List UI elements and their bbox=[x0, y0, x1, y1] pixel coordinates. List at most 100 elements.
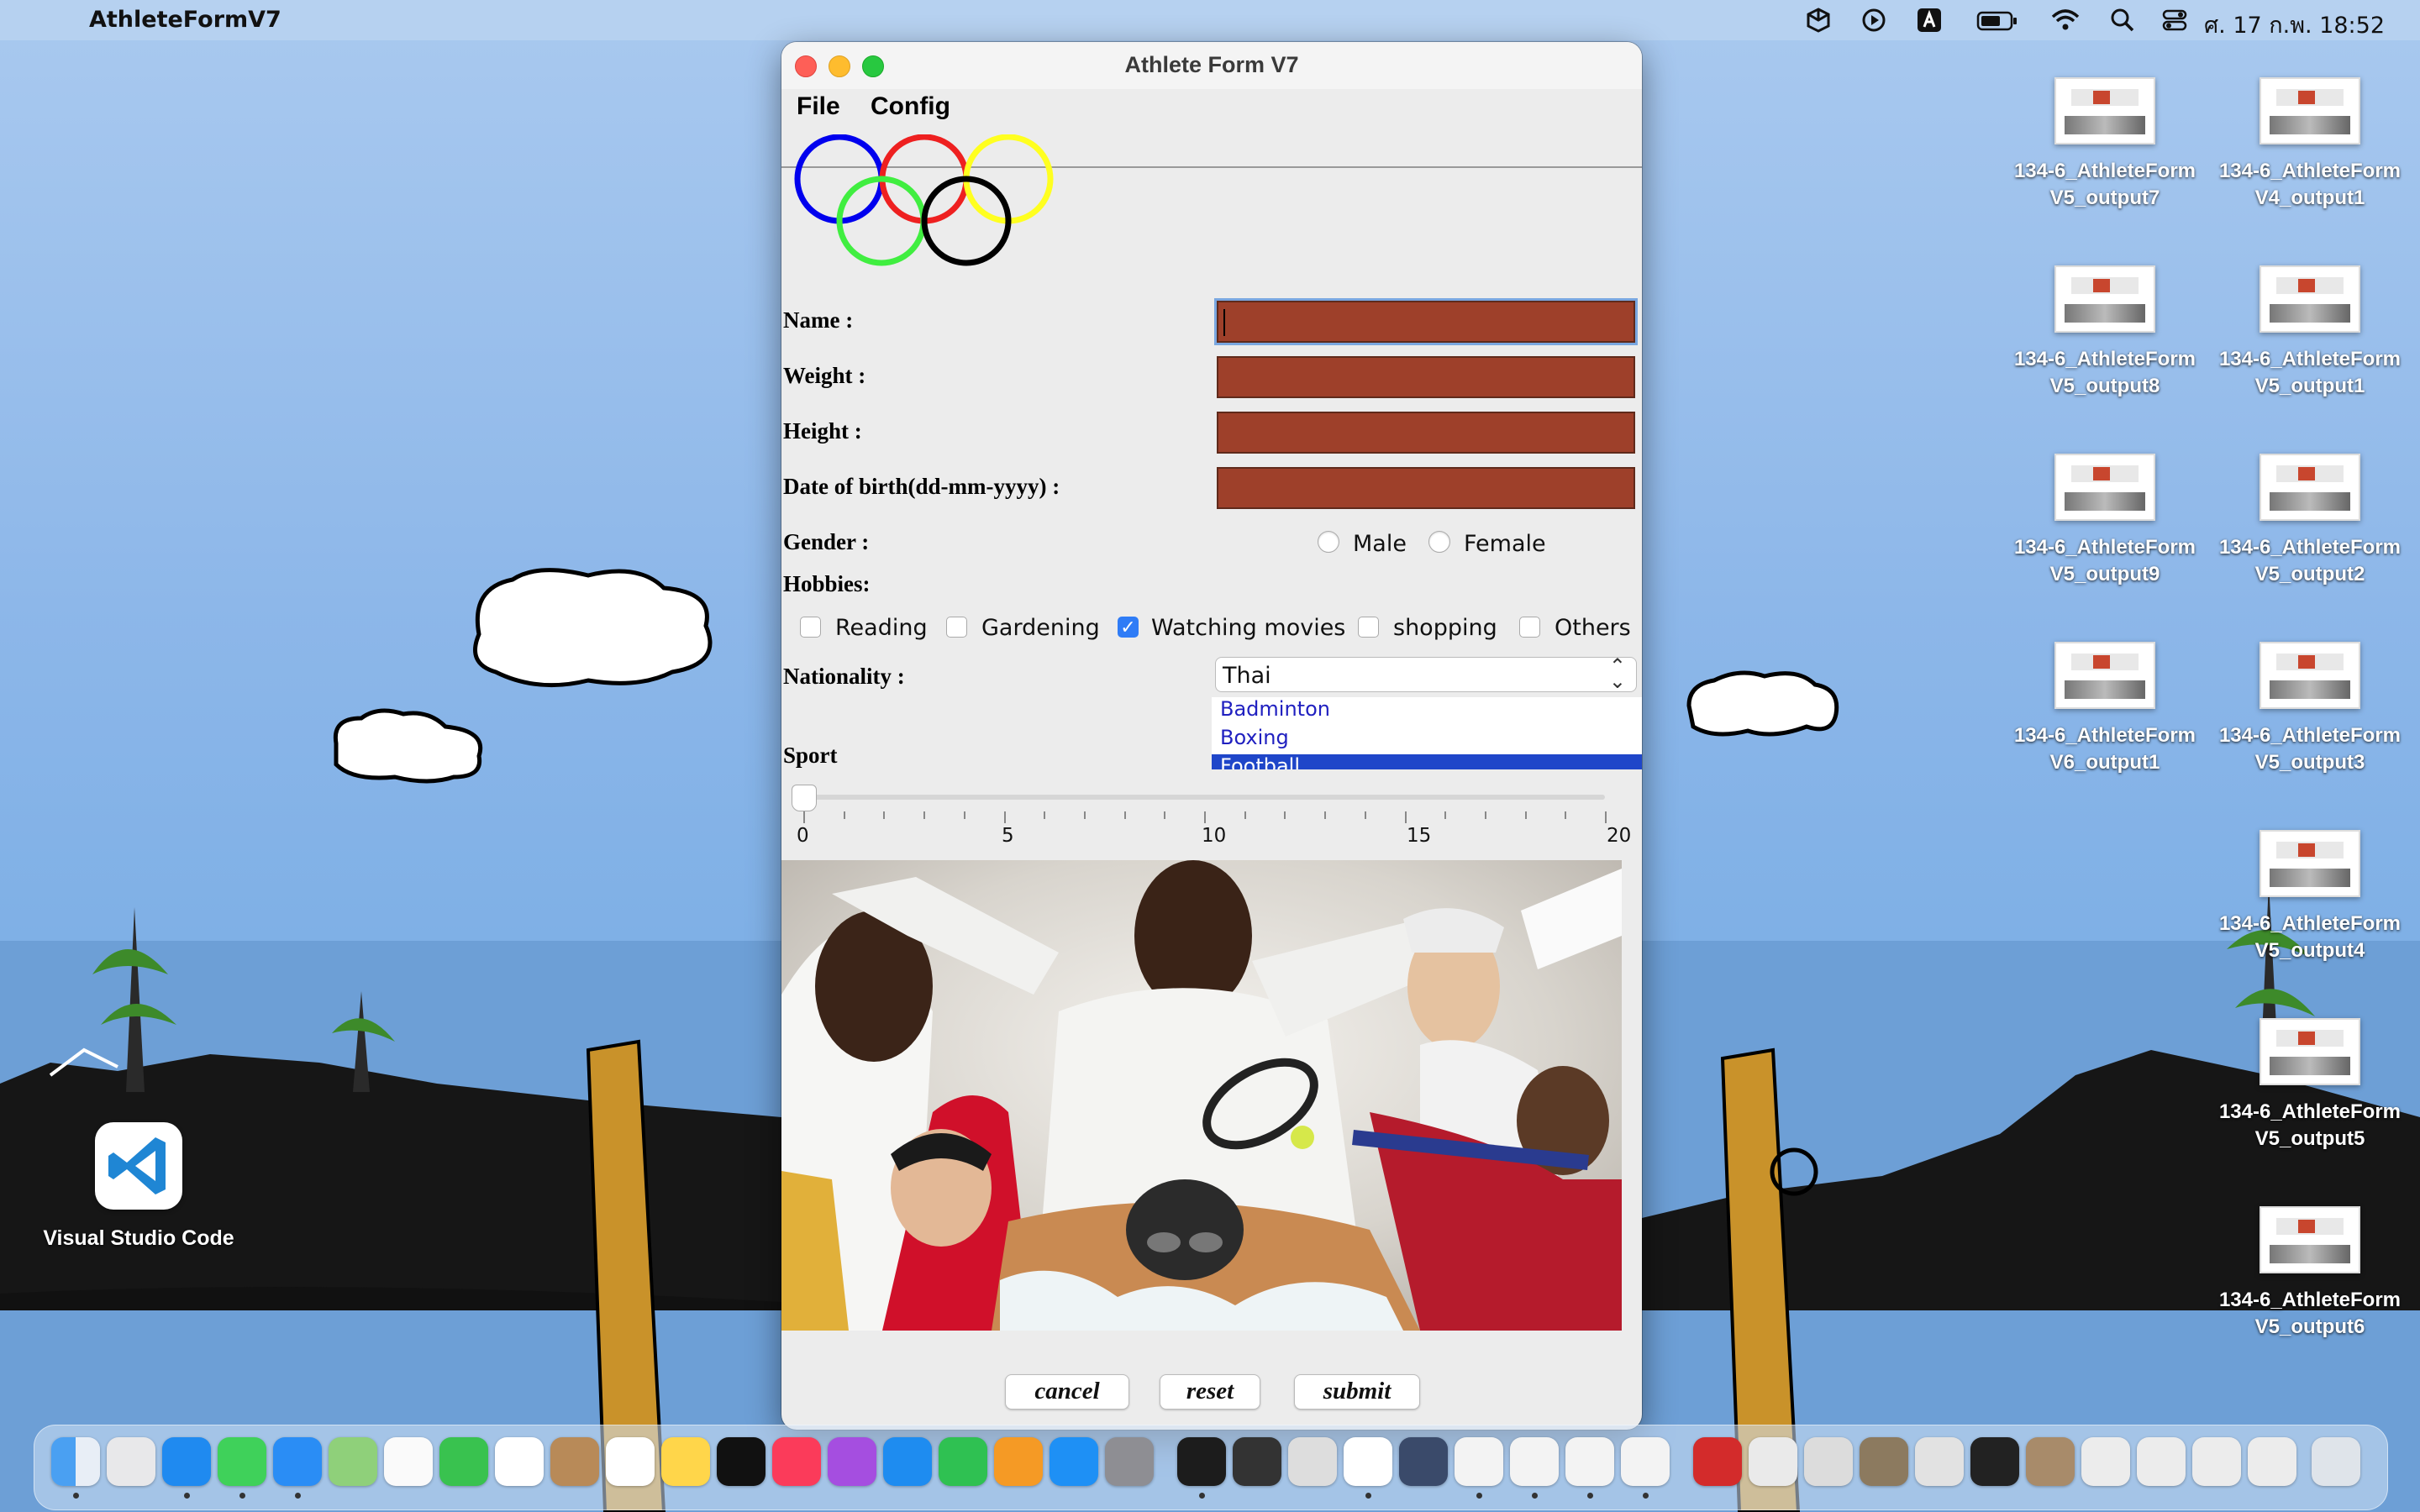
file-thumbnail bbox=[2260, 77, 2360, 144]
system-settings-icon[interactable] bbox=[1105, 1437, 1154, 1486]
height-field[interactable] bbox=[1217, 412, 1635, 454]
slider-track[interactable] bbox=[802, 795, 1605, 800]
launchpad-icon[interactable] bbox=[107, 1437, 155, 1486]
unity-icon[interactable] bbox=[1288, 1437, 1337, 1486]
window-thumb[interactable] bbox=[1860, 1437, 1908, 1486]
hobby-watching-checkbox[interactable]: ✓ bbox=[1118, 617, 1139, 638]
sport-label: Sport bbox=[783, 743, 838, 768]
dob-label: Date of birth(dd-mm-yyyy) : bbox=[783, 474, 1060, 499]
slider-tick bbox=[1204, 811, 1206, 823]
desktop-file[interactable]: 134-6_AthleteFormV6_output1 bbox=[2008, 642, 2202, 776]
slider-thumb[interactable] bbox=[792, 785, 817, 811]
desktop-file-name: 134-6_AthleteFormV5_output3 bbox=[2218, 724, 2402, 774]
simulator-icon[interactable] bbox=[1399, 1437, 1448, 1486]
terminal-icon[interactable] bbox=[1177, 1437, 1226, 1486]
sport-list-item[interactable]: Boxing bbox=[1212, 726, 1642, 754]
cube-icon[interactable] bbox=[1805, 7, 1832, 34]
desktop-file[interactable]: 134-6_AthleteFormV5_output1 bbox=[2213, 265, 2407, 400]
menu-bar-clock[interactable]: ศ. 17 ก.พ. 18:52 bbox=[2204, 7, 2385, 43]
window-thumb[interactable] bbox=[2081, 1437, 2130, 1486]
hobby-reading-label[interactable]: Reading bbox=[835, 615, 928, 641]
window-titlebar[interactable]: Athlete Form V7 bbox=[781, 42, 1642, 89]
play-window-thumb[interactable] bbox=[1693, 1437, 1742, 1486]
desktop-file[interactable]: 134-6_AthleteFormV5_output2 bbox=[2213, 454, 2407, 588]
notes-icon[interactable] bbox=[661, 1437, 710, 1486]
calendar-icon[interactable] bbox=[495, 1437, 544, 1486]
play-icon[interactable] bbox=[1860, 7, 1887, 34]
desktop-file[interactable]: 134-6_AthleteFormV5_output4 bbox=[2213, 830, 2407, 964]
vscode-desktop-shortcut[interactable]: Visual Studio Code bbox=[34, 1122, 244, 1251]
window-thumb[interactable] bbox=[2026, 1437, 2075, 1486]
desktop-file[interactable]: 134-6_AthleteFormV5_output8 bbox=[2008, 265, 2202, 400]
maps-icon[interactable] bbox=[329, 1437, 377, 1486]
sport-list[interactable]: Badminton Boxing Football bbox=[1212, 697, 1642, 769]
search-icon[interactable] bbox=[2109, 7, 2136, 34]
gender-female-label[interactable]: Female bbox=[1464, 531, 1546, 557]
contacts-icon[interactable] bbox=[550, 1437, 599, 1486]
sport-list-item-selected[interactable]: Football bbox=[1212, 754, 1642, 769]
java-app-icon[interactable] bbox=[1565, 1437, 1614, 1486]
app-menu-name[interactable]: AthleteFormV7 bbox=[89, 7, 281, 33]
desktop-file[interactable]: 134-6_AthleteFormV5_output6 bbox=[2213, 1206, 2407, 1341]
reset-button[interactable]: reset bbox=[1160, 1374, 1260, 1410]
vscode-dock-icon[interactable] bbox=[1344, 1437, 1392, 1486]
numbers-icon[interactable] bbox=[939, 1437, 987, 1486]
keyboard-input-icon[interactable] bbox=[1916, 7, 1943, 34]
desktop-file[interactable]: 134-6_AthleteFormV5_output7 bbox=[2008, 77, 2202, 212]
reminders-icon[interactable] bbox=[606, 1437, 655, 1486]
java-app-icon[interactable] bbox=[1621, 1437, 1670, 1486]
window-thumb[interactable] bbox=[2248, 1437, 2296, 1486]
trash-icon[interactable] bbox=[2312, 1437, 2360, 1486]
java-app-icon[interactable] bbox=[1510, 1437, 1559, 1486]
desktop-file[interactable]: 134-6_AthleteFormV4_output1 bbox=[2213, 77, 2407, 212]
window-thumb[interactable] bbox=[1804, 1437, 1853, 1486]
window-thumb[interactable] bbox=[1970, 1437, 2019, 1486]
menu-file[interactable]: File bbox=[797, 92, 840, 121]
pages-icon[interactable] bbox=[994, 1437, 1043, 1486]
hobby-others-label[interactable]: Others bbox=[1555, 615, 1631, 641]
hobby-reading-checkbox[interactable] bbox=[800, 617, 821, 638]
gender-female-radio[interactable] bbox=[1428, 531, 1450, 553]
battery-icon[interactable] bbox=[1976, 7, 2018, 34]
weight-field[interactable] bbox=[1217, 356, 1635, 398]
apple-tv-icon[interactable] bbox=[717, 1437, 765, 1486]
messages-icon[interactable] bbox=[218, 1437, 266, 1486]
window-thumb[interactable] bbox=[2137, 1437, 2186, 1486]
keynote-icon[interactable] bbox=[883, 1437, 932, 1486]
desktop-file[interactable]: 134-6_AthleteFormV5_output9 bbox=[2008, 454, 2202, 588]
desktop-file[interactable]: 134-6_AthleteFormV5_output5 bbox=[2213, 1018, 2407, 1152]
dob-field[interactable] bbox=[1217, 467, 1635, 509]
podcasts-icon[interactable] bbox=[828, 1437, 876, 1486]
gender-male-label[interactable]: Male bbox=[1353, 531, 1407, 557]
window-thumb[interactable] bbox=[1915, 1437, 1964, 1486]
finder-icon[interactable] bbox=[51, 1437, 100, 1486]
slider-tick bbox=[1083, 811, 1086, 819]
wifi-icon[interactable] bbox=[2050, 7, 2081, 34]
control-center-icon[interactable] bbox=[2161, 7, 2188, 34]
facetime-icon[interactable] bbox=[439, 1437, 488, 1486]
hobby-watching-label[interactable]: Watching movies bbox=[1151, 615, 1345, 641]
hobby-gardening-label[interactable]: Gardening bbox=[981, 615, 1100, 641]
hobby-shopping-label[interactable]: shopping bbox=[1393, 615, 1497, 641]
window-title: Athlete Form V7 bbox=[1124, 52, 1299, 77]
cancel-button[interactable]: cancel bbox=[1005, 1374, 1129, 1410]
window-thumb[interactable] bbox=[1749, 1437, 1797, 1486]
nationality-select[interactable]: Thai ⌃ ⌄ bbox=[1215, 657, 1637, 692]
desktop-file[interactable]: 134-6_AthleteFormV5_output3 bbox=[2213, 642, 2407, 776]
safari-icon[interactable] bbox=[162, 1437, 211, 1486]
name-field[interactable] bbox=[1217, 301, 1635, 343]
mail-icon[interactable] bbox=[273, 1437, 322, 1486]
java-app-icon[interactable] bbox=[1455, 1437, 1503, 1486]
hobby-gardening-checkbox[interactable] bbox=[946, 617, 967, 638]
hobby-others-checkbox[interactable] bbox=[1519, 617, 1540, 638]
menu-config[interactable]: Config bbox=[871, 92, 950, 121]
hobby-shopping-checkbox[interactable] bbox=[1358, 617, 1379, 638]
window-thumb[interactable] bbox=[2192, 1437, 2241, 1486]
instruments-icon[interactable] bbox=[1233, 1437, 1281, 1486]
photos-icon[interactable] bbox=[384, 1437, 433, 1486]
music-icon[interactable] bbox=[772, 1437, 821, 1486]
gender-male-radio[interactable] bbox=[1318, 531, 1339, 553]
submit-button[interactable]: submit bbox=[1294, 1374, 1420, 1410]
sport-list-item[interactable]: Badminton bbox=[1212, 697, 1642, 726]
app-store-icon[interactable] bbox=[1050, 1437, 1098, 1486]
